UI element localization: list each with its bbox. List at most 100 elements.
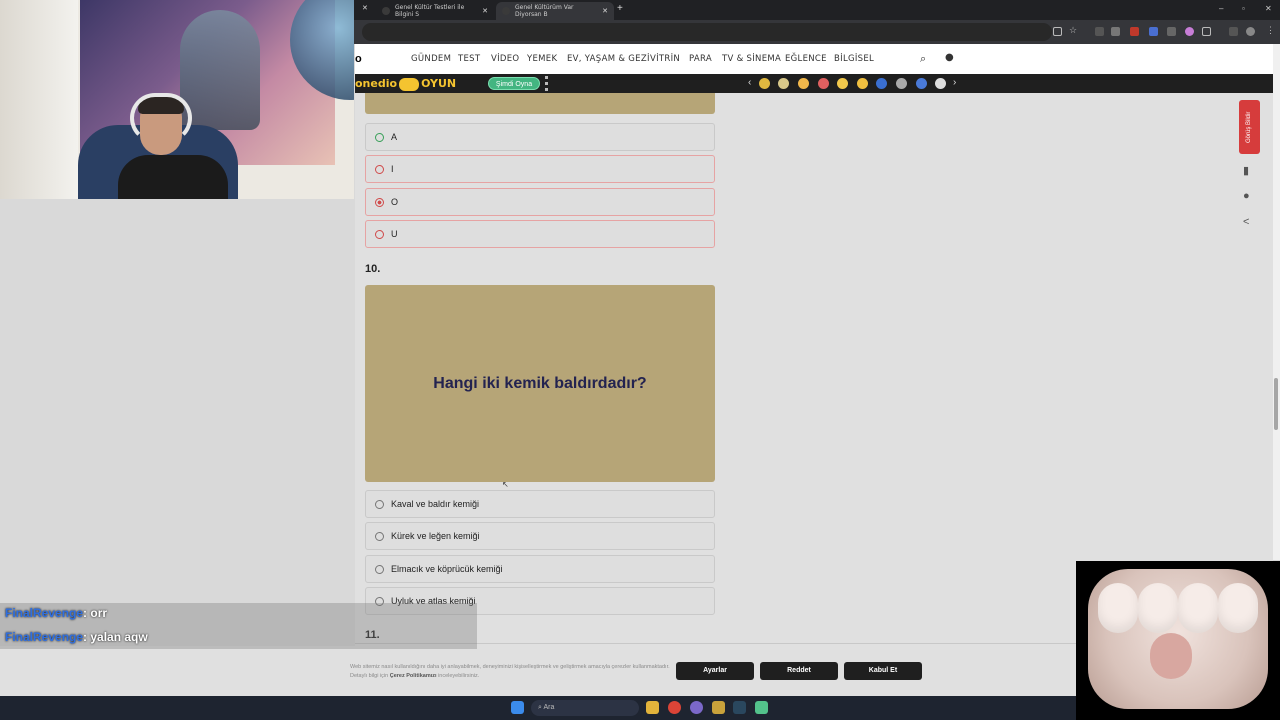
extension-icon[interactable] xyxy=(1111,27,1120,36)
webcam-overlay xyxy=(0,0,354,199)
answer-option[interactable]: A xyxy=(365,123,715,151)
nav-link-video[interactable]: VİDEO xyxy=(491,54,519,64)
chrome-icon[interactable] xyxy=(668,701,681,714)
chat-username: FinalRevenge xyxy=(5,606,84,620)
feedback-button[interactable]: Görüş Bildir xyxy=(1239,100,1260,154)
tab-favicon-icon xyxy=(382,7,390,15)
nav-link-bilgisel[interactable]: BİLGİSEL xyxy=(834,54,874,64)
game-brand-left: onedio xyxy=(355,77,398,90)
minimize-icon[interactable]: – xyxy=(1219,4,1223,13)
answer-option-selected[interactable]: O xyxy=(365,188,715,216)
gamepad-icon xyxy=(399,77,420,91)
scrollbar-thumb[interactable] xyxy=(1274,378,1278,430)
file-explorer-icon[interactable] xyxy=(646,701,659,714)
radio-icon xyxy=(375,564,384,574)
profile-icon[interactable] xyxy=(1246,27,1255,36)
question-text: Hangi iki kemik baldırdadır? xyxy=(433,374,647,392)
bookmark-icon[interactable]: ▮ xyxy=(1243,164,1249,177)
nav-link-test[interactable]: TEST xyxy=(458,54,480,64)
app-icon[interactable] xyxy=(712,701,725,714)
tab-title: Genel Kültürüm Var Diyorsan B xyxy=(515,4,574,18)
extension-icon[interactable] xyxy=(1149,27,1158,36)
url-field[interactable] xyxy=(362,23,1052,41)
cookie-accept-button[interactable]: Kabul Et xyxy=(844,662,922,680)
emoji-icon[interactable] xyxy=(896,78,907,89)
close-tab-icon[interactable]: ✕ xyxy=(602,7,608,15)
game-brand-right: OYUN xyxy=(421,77,457,90)
play-now-button[interactable]: Şimdi Oyna xyxy=(488,77,540,90)
bookshelf xyxy=(0,0,78,199)
chevron-left-icon[interactable]: ‹ xyxy=(748,77,751,88)
cookie-settings-button[interactable]: Ayarlar xyxy=(676,662,754,680)
taskbar-search-placeholder: Ara xyxy=(543,704,555,711)
emoji-icon[interactable] xyxy=(837,78,848,89)
share-icon[interactable]: < xyxy=(1243,216,1249,228)
emoji-icon[interactable] xyxy=(857,78,868,89)
option-label: Kaval ve baldır kemiği xyxy=(391,499,480,509)
app-icon[interactable] xyxy=(755,701,768,714)
user-icon[interactable]: ● xyxy=(945,52,954,63)
extension-icon[interactable] xyxy=(1095,27,1104,36)
option-label: A xyxy=(391,132,398,142)
radio-icon xyxy=(375,531,384,541)
emoji-icon[interactable] xyxy=(759,78,770,89)
browser-tab-1[interactable]: Genel Kültür Testleri ile Bilgini S ✕ xyxy=(376,2,494,20)
nav-link-tv-sinema[interactable]: TV & SİNEMA xyxy=(722,54,781,64)
menu-icon[interactable]: ⋮ xyxy=(1266,25,1275,35)
extension-icon[interactable] xyxy=(1185,27,1194,36)
streamer-torso xyxy=(118,155,228,199)
fist-image xyxy=(1088,569,1268,709)
extension-icon[interactable] xyxy=(1167,27,1176,36)
steam-icon[interactable] xyxy=(733,701,746,714)
close-tab-icon[interactable]: ✕ xyxy=(362,4,368,12)
emoji-icon[interactable] xyxy=(818,78,829,89)
browser-tab-2[interactable]: Genel Kültürüm Var Diyorsan B ✕ xyxy=(496,2,614,20)
nav-link-vitrin[interactable]: VİTRİN xyxy=(650,54,680,64)
nav-link-ev-yasam-gezi[interactable]: EV, YAŞAM & GEZİ xyxy=(567,54,650,64)
nav-link-yemek[interactable]: YEMEK xyxy=(527,54,557,64)
scrollbar[interactable] xyxy=(1273,44,1280,560)
knuckle xyxy=(1138,583,1178,633)
cookie-policy-link[interactable]: Çerez Politikamızı xyxy=(390,673,437,679)
new-tab-icon[interactable]: + xyxy=(617,3,623,14)
comments-icon[interactable]: ● xyxy=(1243,190,1250,202)
question-number: 10. xyxy=(365,263,381,275)
emoji-icon[interactable] xyxy=(935,78,946,89)
nav-link-eglence[interactable]: EĞLENCE xyxy=(785,54,827,64)
close-window-icon[interactable]: ✕ xyxy=(1265,4,1272,13)
answer-option[interactable]: Kürek ve leğen kemiği xyxy=(365,522,715,550)
cookie-reject-button[interactable]: Reddet xyxy=(760,662,838,680)
media-icon[interactable] xyxy=(1229,27,1238,36)
emoji-icon[interactable] xyxy=(876,78,887,89)
more-icon[interactable] xyxy=(545,76,548,91)
nav-link-gundem[interactable]: GÜNDEM xyxy=(411,54,451,64)
extension-icon[interactable] xyxy=(1130,27,1139,36)
puzzle-icon[interactable] xyxy=(1202,27,1211,36)
nav-link-para[interactable]: PARA xyxy=(689,54,712,64)
answer-option[interactable]: Kaval ve baldır kemiği xyxy=(365,490,715,518)
chat-text: : yalan aqw xyxy=(83,630,148,644)
windows-start-icon[interactable] xyxy=(511,701,524,714)
answer-option[interactable]: Elmacık ve köprücük kemiği xyxy=(365,555,715,583)
answer-option[interactable]: I xyxy=(365,155,715,183)
emoji-icon[interactable] xyxy=(798,78,809,89)
search-icon[interactable]: ⌕ xyxy=(920,52,926,66)
install-icon[interactable] xyxy=(1053,27,1062,36)
tab-favicon-icon xyxy=(502,7,510,15)
emoji-icon[interactable] xyxy=(916,78,927,89)
emoji-icon[interactable] xyxy=(778,78,789,89)
site-logo[interactable]: o xyxy=(355,53,362,65)
close-tab-icon[interactable]: ✕ xyxy=(482,7,488,15)
previous-question-card xyxy=(365,93,715,114)
headset-icon xyxy=(130,93,192,143)
taskbar-search[interactable]: ⌕ Ara xyxy=(531,700,639,716)
radio-icon xyxy=(375,164,384,174)
question-card: Hangi iki kemik baldırdadır? xyxy=(365,285,715,482)
star-icon[interactable]: ☆ xyxy=(1069,25,1078,35)
game-brand[interactable]: onedio OYUN xyxy=(355,77,456,91)
chevron-right-icon[interactable]: › xyxy=(953,77,956,88)
app-icon[interactable] xyxy=(690,701,703,714)
answer-option[interactable]: U xyxy=(365,220,715,248)
cookie-text-end: inceleyebilirsiniz. xyxy=(438,673,480,679)
maximize-icon[interactable]: ▫ xyxy=(1242,4,1245,13)
